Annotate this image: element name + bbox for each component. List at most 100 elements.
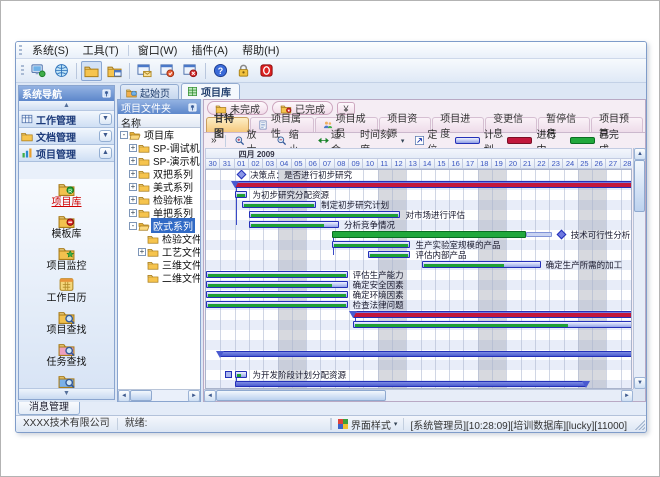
globe-button[interactable] [51, 61, 72, 81]
expander-icon[interactable]: + [129, 196, 137, 204]
day-header-19: 19 [492, 159, 506, 168]
help-button[interactable]: ? [210, 61, 231, 81]
power-button[interactable] [256, 61, 277, 81]
sidebar-item-6[interactable]: 任务查找 [19, 339, 114, 371]
chevron-icon[interactable]: ▼ [99, 130, 112, 142]
gantt-hscrollbar[interactable]: ◄ ► [204, 389, 633, 401]
window-mail-button[interactable] [134, 61, 155, 81]
project-mgmt-icon [21, 147, 33, 159]
gantt-row-21: 为开发阶段计划分配资源 [206, 370, 631, 380]
menubar-grip[interactable] [19, 45, 22, 56]
scroll-down-icon[interactable]: ▼ [634, 377, 646, 389]
nav-group-3[interactable]: 项目管理▲ [19, 145, 114, 162]
task-bar[interactable] [332, 241, 411, 248]
task-bar[interactable] [206, 281, 348, 288]
toolbar-grip[interactable] [21, 65, 24, 76]
scroll-thumb[interactable] [130, 390, 152, 401]
day-header-20: 20 [506, 159, 520, 168]
summary-bar[interactable] [353, 311, 632, 318]
chevron-icon[interactable]: ▲ [99, 147, 112, 159]
day-header-11: 11 [378, 159, 392, 168]
task-bar[interactable] [249, 211, 401, 218]
tree-node-12[interactable]: 二维文件 [118, 271, 200, 284]
expander-icon[interactable]: + [138, 248, 146, 256]
window-close-button[interactable] [180, 61, 201, 81]
resize-grip[interactable] [633, 418, 645, 430]
sidebar-item-7[interactable]: 项目文档查找 [19, 371, 114, 388]
chevron-icon[interactable]: ▼ [99, 113, 112, 125]
task-label: 评估内部产品 [415, 250, 466, 260]
expander-icon[interactable]: + [129, 170, 137, 178]
open-folder-button[interactable] [81, 61, 102, 81]
day-header-18: 18 [478, 159, 492, 168]
scroll-left-icon[interactable]: ◄ [204, 390, 216, 402]
gantt-row-15 [206, 310, 631, 320]
task-bar[interactable] [235, 371, 248, 378]
ui-style-button[interactable]: 界面样式 ▾ [331, 418, 405, 430]
scroll-up-icon[interactable]: ▲ [634, 148, 646, 160]
scroll-thumb[interactable] [216, 390, 386, 401]
tab-2[interactable]: 项目库 [181, 83, 240, 99]
task-label: 确定安全因素 [353, 280, 404, 290]
folder-window-button[interactable] [104, 61, 125, 81]
sidebar-item-3[interactable]: 项目监控 [19, 243, 114, 275]
expander-icon[interactable]: + [129, 144, 137, 152]
sidebar-item-2[interactable]: 模板库 [19, 211, 114, 243]
folder [147, 260, 160, 270]
expander-icon[interactable]: + [129, 209, 137, 217]
expander-icon[interactable]: + [129, 183, 137, 191]
menu-4[interactable]: 插件(A) [184, 41, 235, 59]
task-bar[interactable] [235, 191, 248, 198]
summary-bar[interactable] [235, 381, 587, 387]
expander-icon[interactable]: - [129, 222, 137, 230]
task-bar[interactable] [206, 291, 348, 298]
task-bar[interactable] [422, 261, 541, 268]
message-management-tab[interactable]: 消息管理 [18, 402, 80, 415]
expander-icon[interactable]: + [129, 157, 137, 165]
milestone-marker[interactable] [556, 230, 566, 240]
nav-collapse-strip[interactable]: ▲ [19, 101, 114, 111]
nav-item-list: R项目库模板库项目监控工作日历项目查找任务查找项目文档查找 [19, 179, 114, 388]
summary-bar[interactable] [235, 181, 632, 188]
nav-group-2[interactable]: 文档管理▼ [19, 128, 114, 145]
gantt-row-12: 确定安全因素 [206, 280, 631, 290]
gantt-row-16 [206, 320, 631, 330]
milestone-marker[interactable] [237, 170, 247, 180]
nav-bottom-strip[interactable]: ▼ [19, 388, 114, 399]
nav-group-1[interactable]: 工作管理▼ [19, 111, 114, 128]
pin-icon[interactable] [188, 103, 197, 112]
window-refresh-button[interactable] [157, 61, 178, 81]
task-bar[interactable] [206, 271, 348, 278]
task-bar[interactable] [242, 201, 316, 208]
scroll-right-icon[interactable]: ► [188, 390, 200, 402]
task-bar[interactable] [353, 321, 632, 328]
gantt-vscrollbar[interactable]: ▲ ▼ [633, 148, 645, 389]
expander-icon[interactable]: - [120, 131, 128, 139]
tree-column-header[interactable]: 名称 [118, 114, 200, 128]
menu-5[interactable]: 帮助(H) [235, 41, 286, 59]
gantt-tool-1[interactable]: » [207, 135, 221, 146]
lock-button[interactable] [233, 61, 254, 81]
scroll-right-icon[interactable]: ► [621, 390, 633, 402]
scroll-thumb[interactable] [634, 160, 645, 212]
status-company: XXXX技术有限公司 [16, 418, 118, 430]
sidebar-item-5[interactable]: 项目查找 [19, 307, 114, 339]
summary-bar[interactable] [332, 231, 526, 238]
task-bar[interactable] [206, 301, 348, 308]
tree-hscrollbar[interactable]: ◄ ► [118, 389, 200, 401]
summary-bar[interactable] [220, 351, 632, 357]
day-header-27: 27 [606, 159, 620, 168]
menu-3[interactable]: 窗口(W) [131, 41, 185, 59]
task-bar[interactable] [249, 221, 339, 228]
plan-tail-bar[interactable] [526, 232, 552, 237]
scroll-left-icon[interactable]: ◄ [118, 390, 130, 402]
pin-icon[interactable] [102, 89, 111, 98]
task-bar[interactable] [368, 251, 411, 258]
sidebar-item-4[interactable]: 工作日历 [19, 275, 114, 307]
menu-1[interactable]: 系统(S) [25, 41, 76, 59]
sidebar-item-1[interactable]: R项目库 [19, 179, 114, 211]
tab-1[interactable]: 起始页 [120, 84, 179, 99]
menu-2[interactable]: 工具(T) [76, 41, 126, 59]
toolbar-separator [225, 135, 226, 147]
system-monitor-button[interactable] [28, 61, 49, 81]
